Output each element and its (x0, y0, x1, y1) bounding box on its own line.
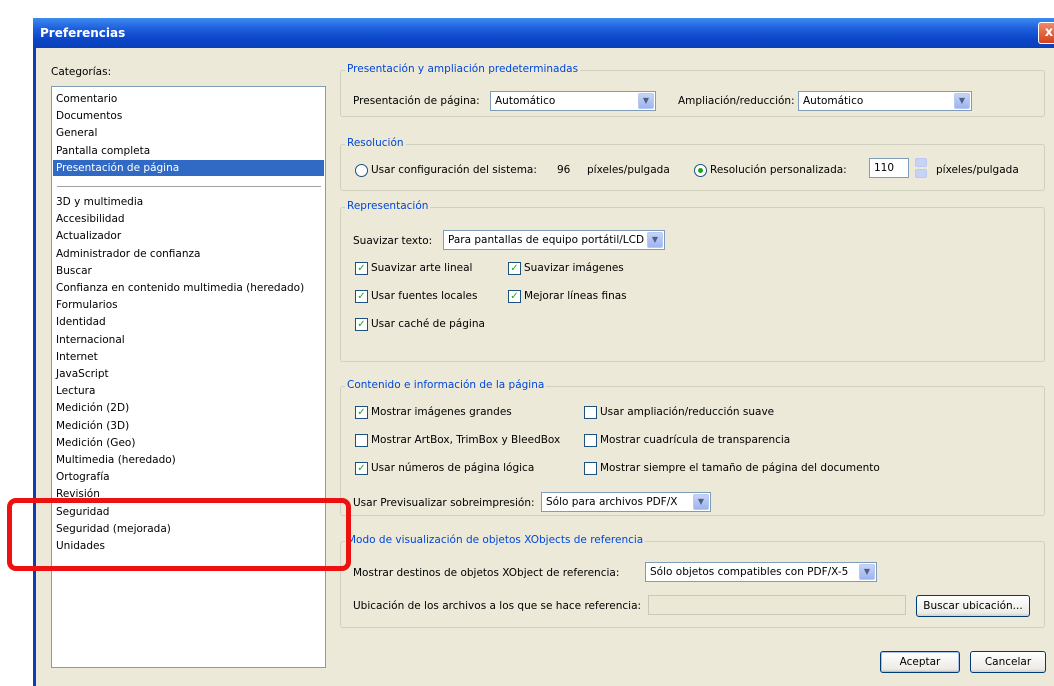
smooth-line-art-checkbox[interactable]: ✓ (355, 262, 368, 275)
category-item-actualizador[interactable]: Actualizador (56, 228, 121, 244)
resolution-spinner[interactable] (915, 158, 927, 178)
page-cache-checkbox[interactable]: ✓ (355, 318, 368, 331)
page-layout-label: Presentación de página: (353, 95, 480, 107)
categories-label: Categorías: (51, 66, 112, 78)
local-fonts-checkbox[interactable]: ✓ (355, 290, 368, 303)
zoom-select[interactable]: Automático ▼ (798, 91, 972, 111)
category-item-comentario[interactable]: Comentario (56, 91, 117, 107)
category-item-general[interactable]: General (56, 125, 97, 141)
category-item-3d-y-multimedia[interactable]: 3D y multimedia (56, 194, 143, 210)
category-item-presentacion-de-pagina[interactable]: Presentación de página (53, 159, 324, 176)
page-layout-value: Automático (495, 95, 556, 107)
categories-list[interactable]: Comentario Documentos General Pantalla comp… (51, 86, 326, 668)
xobject-location-input[interactable] (648, 595, 906, 615)
rendering-group-title: Representación (345, 200, 431, 212)
show-large-images-checkbox[interactable]: ✓ (355, 406, 368, 419)
overprint-value: Sólo para archivos PDF/X (546, 496, 678, 508)
chevron-down-icon[interactable]: ▼ (638, 93, 654, 109)
enhance-thin-lines-label: Mejorar líneas finas (524, 290, 627, 302)
show-boxes-checkbox[interactable] (355, 434, 368, 447)
page-layout-select[interactable]: Automático ▼ (490, 91, 656, 111)
spin-down-icon[interactable] (915, 169, 927, 178)
category-item-accesibilidad[interactable]: Accesibilidad (56, 211, 125, 227)
category-item-multimedia-heredado[interactable]: Multimedia (heredado) (56, 452, 176, 468)
system-resolution-value: 96 (557, 164, 571, 176)
content-group-title: Contenido e información de la página (345, 379, 547, 391)
show-page-size-label: Mostrar siempre el tamaño de página del … (600, 462, 880, 474)
xobject-targets-select[interactable]: Sólo objetos compatibles con PDF/X-5 ▼ (645, 562, 877, 582)
chevron-down-icon[interactable]: ▼ (859, 564, 875, 580)
show-boxes-label: Mostrar ArtBox, TrimBox y BleedBox (371, 434, 561, 446)
chevron-down-icon[interactable]: ▼ (647, 232, 663, 248)
category-item-confianza-en-contenido-multimedia-heredado[interactable]: Confianza en contenido multimedia (hered… (56, 280, 304, 296)
system-resolution-radio[interactable] (355, 164, 368, 177)
custom-resolution-input[interactable]: 110 (869, 158, 909, 178)
browse-location-button[interactable]: Buscar ubicación... (916, 595, 1030, 617)
smooth-text-value: Para pantallas de equipo portátil/LCD (448, 234, 645, 246)
chevron-down-icon[interactable]: ▼ (693, 494, 709, 510)
overprint-select[interactable]: Sólo para archivos PDF/X ▼ (541, 492, 711, 512)
category-item-buscar[interactable]: Buscar (56, 263, 92, 279)
category-item-revision[interactable]: Revisión (56, 486, 100, 502)
transparency-grid-label: Mostrar cuadrícula de transparencia (600, 434, 791, 446)
zoom-value: Automático (803, 95, 864, 107)
enhance-thin-lines-checkbox[interactable]: ✓ (508, 290, 521, 303)
category-item-seguridad[interactable]: Seguridad (56, 504, 109, 520)
ok-button[interactable]: Aceptar (880, 651, 960, 673)
window-title: Preferencias (40, 26, 126, 40)
zoom-label: Ampliación/reducción: (678, 95, 795, 107)
category-item-administrador-de-confianza[interactable]: Administrador de confianza (56, 246, 200, 262)
show-large-images-label: Mostrar imágenes grandes (371, 406, 512, 418)
system-resolution-unit: píxeles/pulgada (587, 164, 670, 176)
xobjects-group-title: Modo de visualización de objetos XObject… (345, 534, 646, 546)
close-button[interactable]: x (1038, 22, 1054, 44)
radio-selected-dot (698, 168, 703, 173)
smooth-zoom-label: Usar ampliación/reducción suave (600, 406, 775, 418)
custom-resolution-label: Resolución personalizada: (710, 164, 847, 176)
logical-page-numbers-checkbox[interactable]: ✓ (355, 462, 368, 475)
local-fonts-label: Usar fuentes locales (371, 290, 478, 302)
category-item-javascript[interactable]: JavaScript (56, 366, 109, 382)
category-item-pantalla-completa[interactable]: Pantalla completa (56, 143, 150, 159)
overprint-label: Usar Previsualizar sobreimpresión: (353, 497, 535, 509)
category-item-medicion-3d[interactable]: Medición (3D) (56, 418, 129, 434)
category-item-medicion-2d[interactable]: Medición (2D) (56, 400, 129, 416)
show-page-size-checkbox[interactable] (584, 462, 597, 475)
smooth-text-select[interactable]: Para pantallas de equipo portátil/LCD ▼ (443, 230, 665, 250)
smooth-images-checkbox[interactable]: ✓ (508, 262, 521, 275)
xobject-targets-value: Sólo objetos compatibles con PDF/X-5 (650, 566, 849, 578)
custom-resolution-value: 110 (874, 162, 895, 174)
smooth-zoom-checkbox[interactable] (584, 406, 597, 419)
category-item-formularios[interactable]: Formularios (56, 297, 118, 313)
transparency-grid-checkbox[interactable] (584, 434, 597, 447)
spin-up-icon[interactable] (915, 158, 927, 167)
logical-page-numbers-label: Usar números de página lógica (371, 462, 535, 474)
category-item-identidad[interactable]: Identidad (56, 314, 106, 330)
chevron-down-icon[interactable]: ▼ (954, 93, 970, 109)
smooth-images-label: Suavizar imágenes (524, 262, 624, 274)
cancel-button[interactable]: Cancelar (970, 651, 1046, 673)
xobject-targets-label: Mostrar destinos de objetos XObject de r… (353, 567, 620, 579)
xobject-location-label: Ubicación de los archivos a los que se h… (353, 600, 642, 612)
resolution-group-title: Resolución (345, 137, 406, 149)
category-item-seguridad-mejorada[interactable]: Seguridad (mejorada) (56, 521, 171, 537)
category-item-internacional[interactable]: Internacional (56, 332, 125, 348)
system-resolution-label: Usar configuración del sistema: (371, 164, 537, 176)
category-item-documentos[interactable]: Documentos (56, 108, 122, 124)
title-bar[interactable]: Preferencias x (33, 18, 1054, 48)
category-item-internet[interactable]: Internet (56, 349, 98, 365)
custom-resolution-unit: píxeles/pulgada (936, 164, 1019, 176)
page-cache-label: Usar caché de página (371, 318, 485, 330)
category-item-lectura[interactable]: Lectura (56, 383, 95, 399)
custom-resolution-radio[interactable] (694, 164, 707, 177)
presentation-group-title: Presentación y ampliación predeterminada… (345, 63, 581, 75)
list-separator (57, 186, 321, 188)
category-item-medicion-geo[interactable]: Medición (Geo) (56, 435, 135, 451)
smooth-text-label: Suavizar texto: (353, 235, 433, 247)
category-item-ortografia[interactable]: Ortografía (56, 469, 110, 485)
category-item-unidades[interactable]: Unidades (56, 538, 105, 554)
smooth-line-art-label: Suavizar arte lineal (371, 262, 473, 274)
